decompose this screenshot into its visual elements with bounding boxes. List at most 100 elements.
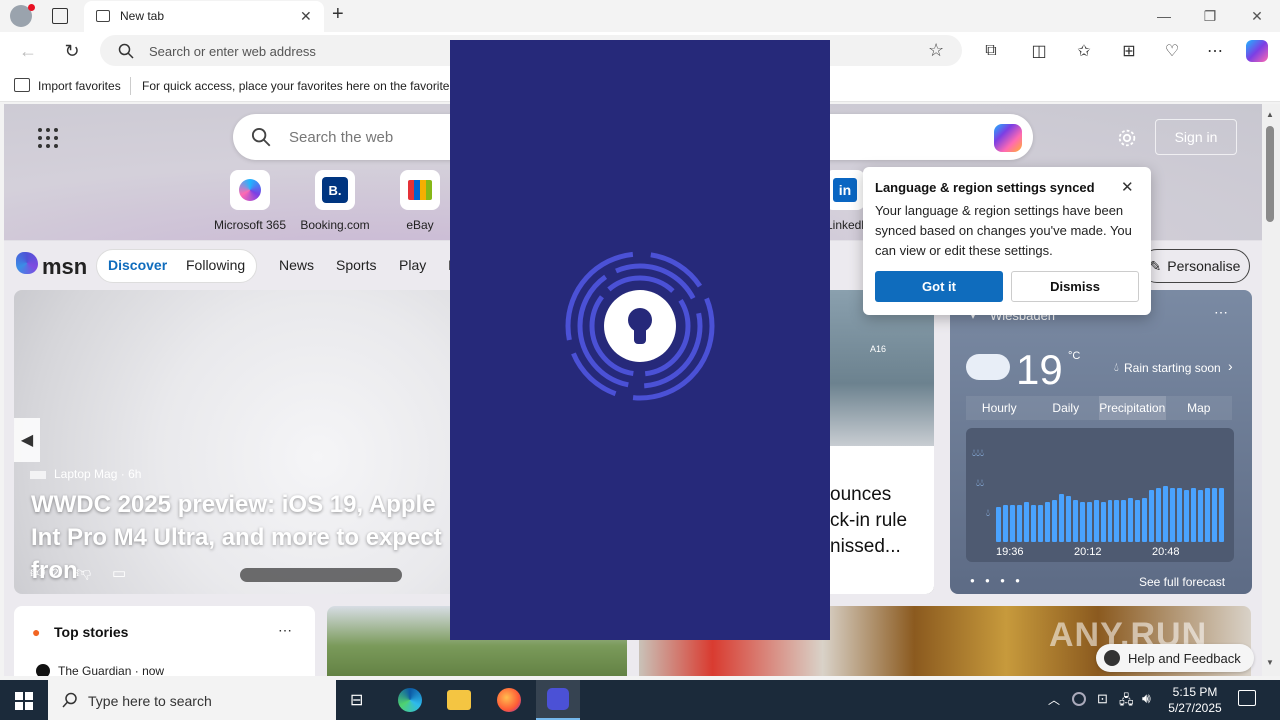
firefox-icon[interactable] <box>497 688 521 712</box>
windows-start-icon[interactable] <box>15 692 33 710</box>
tile-label: Microsoft 365 <box>213 218 287 232</box>
time-label: 20:12 <box>1074 546 1102 558</box>
page-scrollbar[interactable]: ▲ ▼ <box>1262 104 1280 676</box>
scroll-thumb[interactable] <box>1266 126 1274 222</box>
tab-following[interactable]: Following <box>186 257 245 273</box>
tab-map[interactable]: Map <box>1166 396 1233 420</box>
settings-gear-icon[interactable] <box>1116 127 1138 149</box>
weather-dots[interactable]: ● ● ● ● <box>970 576 1024 585</box>
tile-booking[interactable]: B. Booking.com <box>290 170 380 232</box>
precipitation-bar <box>1177 487 1183 542</box>
weather-condition: Rain starting soon <box>1124 361 1221 375</box>
collections-icon[interactable]: ⊞ <box>1117 39 1141 63</box>
app-launcher-icon[interactable] <box>38 128 58 148</box>
top-stories-card[interactable]: ● Top stories ⋯ The Guardian · now <box>14 606 315 676</box>
help-label: Help and Feedback <box>1128 651 1241 666</box>
volume-icon[interactable]: 🔊︎ <box>1142 690 1151 707</box>
back-icon[interactable]: ← <box>16 39 40 63</box>
precipitation-bar <box>1037 504 1043 542</box>
like-icon[interactable]: 👍︎ <box>30 564 46 582</box>
tab-actions-icon[interactable] <box>52 8 68 24</box>
favorite-star-icon[interactable]: ☆ <box>928 40 944 61</box>
extensions-icon[interactable]: ⧉ <box>979 39 1003 63</box>
tab-new-tab[interactable]: New tab ✕ <box>84 1 324 32</box>
weather-card[interactable]: ▾ Wiesbaden ⋯ 19 °C 💧︎ Rain starting soo… <box>950 290 1252 594</box>
precipitation-bar <box>1009 504 1015 542</box>
flyout-title: Language & region settings synced <box>875 180 1095 195</box>
scroll-up-icon[interactable]: ▲ <box>1266 110 1274 119</box>
close-tab-icon[interactable]: ✕ <box>300 8 312 25</box>
close-flyout-icon[interactable]: ✕ <box>1121 178 1134 196</box>
chevron-up-icon[interactable]: ︿ <box>1048 691 1060 708</box>
copilot-icon[interactable] <box>994 124 1022 152</box>
notification-dot <box>28 4 35 11</box>
precipitation-bar <box>1114 500 1120 542</box>
tab-hourly[interactable]: Hourly <box>966 396 1033 420</box>
chevron-right-icon[interactable]: › <box>1228 358 1233 374</box>
got-it-button[interactable]: Got it <box>875 271 1003 302</box>
clock-time: 5:15 PM <box>1172 685 1218 699</box>
weather-unit: °C <box>1068 350 1081 362</box>
light-rain-icon: 💧︎ <box>986 508 990 519</box>
address-placeholder: Search or enter web address <box>149 44 316 59</box>
precipitation-bar <box>1058 494 1064 542</box>
minimize-button[interactable]: — <box>1141 0 1187 32</box>
favorites-icon[interactable]: ✩ <box>1072 39 1096 63</box>
sign-in-button[interactable]: Sign in <box>1155 119 1237 155</box>
precipitation-bar <box>996 506 1001 542</box>
tab-precipitation[interactable]: Precipitation <box>1099 396 1166 420</box>
edge-icon[interactable] <box>398 688 422 712</box>
task-view-icon[interactable]: ⊟ <box>350 690 363 710</box>
keyhole-app-taskbar-button[interactable] <box>536 680 580 720</box>
restore-button[interactable]: ❐ <box>1187 0 1233 32</box>
tab-sports[interactable]: Sports <box>336 257 376 273</box>
side-story-line: nissed... <box>830 536 901 557</box>
tile-microsoft-365[interactable]: Microsoft 365 <box>205 170 295 232</box>
new-tab-button[interactable]: + <box>332 3 344 26</box>
personalise-button[interactable]: ✎ Personalise <box>1140 249 1250 283</box>
carousel-prev-icon[interactable]: ◀ <box>14 418 40 462</box>
tray-app-icon[interactable] <box>1072 692 1086 706</box>
weather-more-icon[interactable]: ⋯ <box>1214 304 1228 321</box>
guardian-logo <box>36 664 50 676</box>
browser-essentials-icon[interactable]: ♡ <box>1160 39 1184 63</box>
scroll-down-icon[interactable]: ▼ <box>1266 658 1274 667</box>
carousel-dots[interactable] <box>240 568 402 582</box>
tab-news[interactable]: News <box>279 257 314 273</box>
side-story-line: ounces <box>830 484 892 505</box>
precipitation-bar <box>1086 502 1092 542</box>
tab-discover[interactable]: Discover <box>108 257 167 273</box>
close-window-button[interactable]: ✕ <box>1234 0 1280 32</box>
tab-play[interactable]: Play <box>399 257 426 273</box>
dislike-icon[interactable]: 👎︎ <box>76 564 91 582</box>
split-screen-icon[interactable]: ◫ <box>1027 39 1051 63</box>
search-icon <box>118 43 134 59</box>
weather-tabs: Hourly Daily Precipitation Map <box>966 396 1232 420</box>
top-stories-more-icon[interactable]: ⋯ <box>278 622 292 639</box>
refresh-icon[interactable]: ↻ <box>60 39 84 63</box>
copilot-icon[interactable] <box>1246 40 1268 62</box>
precipitation-bar <box>1184 490 1190 542</box>
notifications-icon[interactable] <box>1238 690 1256 706</box>
tray-device-icon[interactable]: ⊡ <box>1097 691 1108 707</box>
more-icon[interactable]: ⋯ <box>1203 39 1227 63</box>
publisher-logo <box>30 471 46 479</box>
pencil-icon: ✎ <box>1149 257 1162 274</box>
app-splash-window[interactable] <box>450 40 830 640</box>
side-story[interactable]: ounces ck-in rule nissed... <box>830 446 934 594</box>
comment-icon[interactable]: ▭ <box>112 564 126 582</box>
import-favorites-link[interactable]: Import favorites <box>38 79 121 93</box>
help-feedback-button[interactable]: Help and Feedback <box>1096 644 1254 672</box>
precipitation-bar <box>1198 490 1204 542</box>
precipitation-bar <box>1023 502 1029 542</box>
precipitation-bar <box>1163 485 1169 542</box>
see-full-forecast-link[interactable]: See full forecast <box>1139 575 1225 589</box>
network-icon[interactable]: 🖧︎ <box>1119 691 1134 713</box>
system-clock[interactable]: 5:15 PM 5/27/2025 <box>1160 684 1230 716</box>
taskbar-search[interactable]: Type here to search <box>48 680 336 720</box>
tab-daily[interactable]: Daily <box>1033 396 1100 420</box>
file-explorer-icon[interactable] <box>447 690 471 710</box>
msn-logo-icon[interactable] <box>16 252 38 274</box>
dismiss-button[interactable]: Dismiss <box>1011 271 1139 302</box>
booking-icon: B. <box>315 170 355 210</box>
